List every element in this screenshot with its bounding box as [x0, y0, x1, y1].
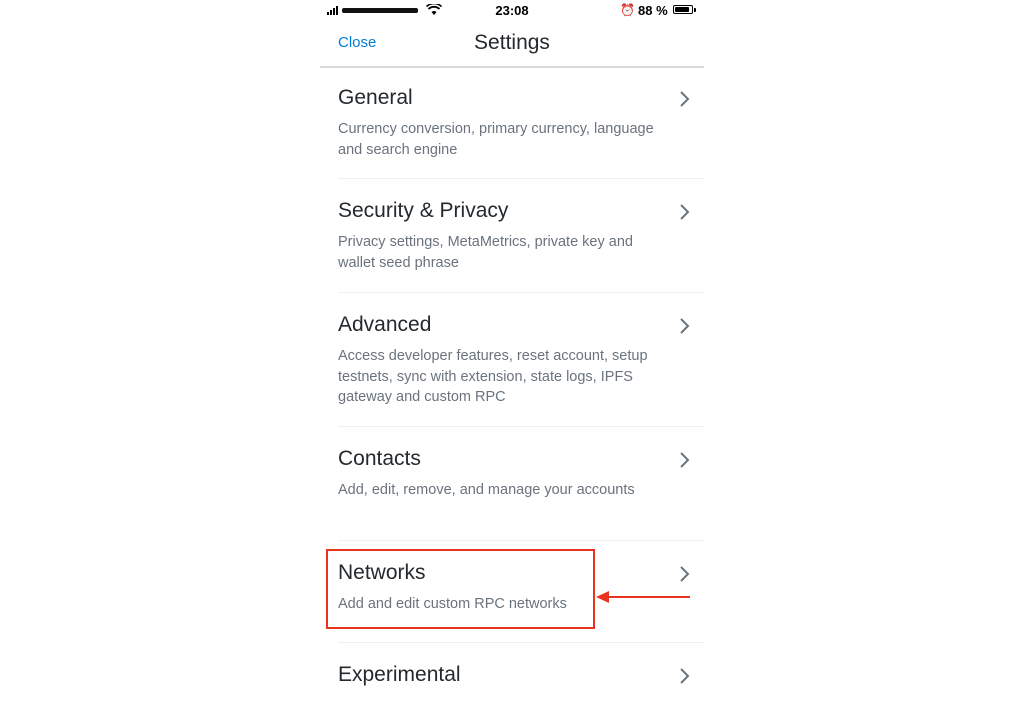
settings-item-security-privacy[interactable]: Security & Privacy Privacy settings, Met…: [338, 198, 704, 293]
alarm-clock-icon: ⏰: [620, 3, 635, 17]
nav-header: Close Settings: [320, 22, 704, 68]
annotation-highlight-box: [326, 549, 595, 629]
settings-item-title: Advanced: [338, 313, 432, 336]
settings-item-title: General: [338, 86, 413, 109]
settings-item-description: Privacy settings, MetaMetrics, private k…: [338, 234, 633, 271]
settings-item-description: Add, edit, remove, and manage your accou…: [338, 482, 635, 498]
annotation-arrow-icon: [596, 591, 690, 603]
settings-item-experimental[interactable]: Experimental: [338, 662, 704, 702]
settings-item-description: Access developer features, reset account…: [338, 348, 648, 405]
battery-cap: [694, 8, 696, 12]
status-bar: 23:08 ⏰ 88 %: [320, 0, 704, 22]
settings-item-title: Contacts: [338, 447, 421, 470]
settings-item-title: Experimental: [338, 663, 461, 686]
chevron-right-icon: [680, 91, 690, 107]
chevron-right-icon: [680, 566, 690, 582]
battery-icon: [673, 5, 693, 14]
settings-item-general[interactable]: General Currency conversion, primary cur…: [338, 85, 704, 179]
chevron-right-icon: [680, 318, 690, 334]
chevron-right-icon: [680, 204, 690, 220]
settings-item-description: Currency conversion, primary currency, l…: [338, 121, 654, 158]
settings-item-title: Security & Privacy: [338, 199, 509, 222]
chevron-right-icon: [680, 452, 690, 468]
chevron-right-icon: [680, 668, 690, 684]
settings-item-advanced[interactable]: Advanced Access developer features, rese…: [338, 312, 704, 427]
battery-percentage: 88 %: [638, 3, 668, 18]
page-title: Settings: [474, 31, 550, 54]
settings-item-contacts[interactable]: Contacts Add, edit, remove, and manage y…: [338, 446, 704, 541]
